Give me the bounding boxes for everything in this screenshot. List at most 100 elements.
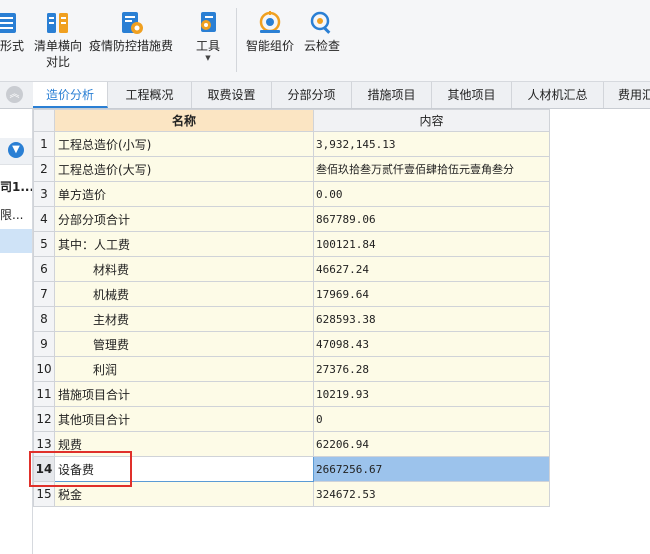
tab-fee-summary[interactable]: 费用汇 bbox=[604, 82, 650, 108]
table-row[interactable]: 2 工程总造价(大写) 叁佰玖拾叁万贰仟壹佰肆拾伍元壹角叁分 bbox=[33, 156, 550, 182]
epidemic-measures-icon bbox=[118, 10, 144, 36]
table-row[interactable]: 6 材料费 46627.24 bbox=[33, 256, 550, 282]
column-header-name[interactable]: 名称 bbox=[54, 109, 314, 132]
cell-content[interactable]: 0 bbox=[313, 406, 550, 432]
list-compare-label: 清单横向 bbox=[33, 39, 82, 53]
cell-content[interactable]: 867789.06 bbox=[313, 206, 550, 232]
epidemic-measures-label: 疫情防控措施费 bbox=[88, 39, 173, 53]
cell-name[interactable]: 机械费 bbox=[54, 281, 314, 307]
collapse-double-chevron-icon[interactable]: ︽ bbox=[6, 86, 23, 103]
row-number: 9 bbox=[33, 331, 55, 357]
cell-content[interactable]: 47098.43 bbox=[313, 331, 550, 357]
tab-label: 其他项目 bbox=[447, 88, 496, 102]
tools-label: 工具 bbox=[195, 39, 220, 53]
list-compare-icon bbox=[45, 10, 71, 36]
table-row[interactable]: 8 主材费 628593.38 bbox=[33, 306, 550, 332]
form-style-label: 形式 bbox=[0, 39, 25, 53]
tab-cost-analysis[interactable]: 造价分析 bbox=[33, 82, 108, 108]
list-compare-label-2: 对比 bbox=[45, 55, 70, 69]
cell-content[interactable]: 0.00 bbox=[313, 181, 550, 207]
cell-name[interactable]: 工程总造价(大写) bbox=[54, 156, 314, 182]
module-tab-bar: ︽ 造价分析 工程概况 取费设置 分部分项 措施项目 其他项目 人材机汇总 费用… bbox=[0, 82, 650, 109]
tree-item-selected[interactable] bbox=[0, 229, 32, 253]
table-row[interactable]: 12 其他项目合计 0 bbox=[33, 406, 550, 432]
tools-icon bbox=[195, 10, 221, 36]
tree-toolbar: ▼ bbox=[0, 138, 32, 165]
tab-measure-items[interactable]: 措施项目 bbox=[352, 82, 432, 108]
cell-content[interactable]: 324672.53 bbox=[313, 481, 550, 507]
tab-label: 造价分析 bbox=[45, 88, 94, 102]
table-row[interactable]: 10 利润 27376.28 bbox=[33, 356, 550, 382]
cell-name[interactable]: 其他项目合计 bbox=[54, 406, 314, 432]
project-tree-panel: ▼ 司1... 限... bbox=[0, 109, 33, 554]
cloud-check-button[interactable]: 云检查 bbox=[302, 10, 342, 54]
tab-label: 分部分项 bbox=[287, 88, 336, 102]
tab-fee-settings[interactable]: 取费设置 bbox=[192, 82, 272, 108]
row-number: 12 bbox=[33, 406, 55, 432]
row-number: 10 bbox=[33, 356, 55, 382]
row-number: 1 bbox=[33, 131, 55, 157]
table-row[interactable]: 9 管理费 47098.43 bbox=[33, 331, 550, 357]
smart-pricing-button[interactable]: 智能组价 bbox=[244, 10, 296, 54]
tree-item[interactable]: 司1... bbox=[0, 175, 32, 199]
annotation-highlight-box bbox=[29, 451, 132, 487]
cell-name[interactable]: 单方造价 bbox=[54, 181, 314, 207]
cell-content[interactable]: 2667256.67 bbox=[313, 456, 550, 482]
cell-name[interactable]: 利润 bbox=[54, 356, 314, 382]
tab-sub-items[interactable]: 分部分项 bbox=[272, 82, 352, 108]
cell-content[interactable]: 628593.38 bbox=[313, 306, 550, 332]
toolbar-separator bbox=[236, 8, 237, 72]
epidemic-measures-button[interactable]: 疫情防控措施费 bbox=[88, 10, 174, 54]
cell-content[interactable]: 17969.64 bbox=[313, 281, 550, 307]
column-header-content[interactable]: 内容 bbox=[313, 109, 550, 132]
row-number: 2 bbox=[33, 156, 55, 182]
tab-label: 工程概况 bbox=[125, 88, 174, 102]
tab-label: 取费设置 bbox=[207, 88, 256, 102]
expand-down-arrow-icon[interactable]: ▼ bbox=[8, 142, 24, 158]
tab-labor-material-machine-summary[interactable]: 人材机汇总 bbox=[512, 82, 604, 108]
tools-dropdown-caret-icon[interactable]: ▼ bbox=[190, 54, 226, 62]
cell-name[interactable]: 其中：人工费 bbox=[54, 231, 314, 257]
cell-content[interactable]: 3,932,145.13 bbox=[313, 131, 550, 157]
ribbon-toolbar: 形式 清单横向 对比 疫情防控措施费 工具 ▼ 智能组价 云检查 bbox=[0, 0, 650, 82]
cell-content[interactable]: 100121.84 bbox=[313, 231, 550, 257]
row-number: 7 bbox=[33, 281, 55, 307]
smart-pricing-label: 智能组价 bbox=[245, 39, 294, 53]
cloud-check-label: 云检查 bbox=[303, 39, 340, 53]
tab-other-items[interactable]: 其他项目 bbox=[432, 82, 512, 108]
tab-label: 费用汇 bbox=[618, 88, 650, 102]
form-style-button[interactable]: 形式 bbox=[0, 10, 24, 54]
row-number-header bbox=[33, 109, 55, 132]
row-number: 5 bbox=[33, 231, 55, 257]
menu-bar bbox=[0, 0, 650, 5]
cloud-check-icon bbox=[309, 10, 335, 36]
cell-name[interactable]: 工程总造价(小写) bbox=[54, 131, 314, 157]
tab-label: 措施项目 bbox=[367, 88, 416, 102]
table-row[interactable]: 5 其中：人工费 100121.84 bbox=[33, 231, 550, 257]
cost-analysis-table: 名称 内容 1 工程总造价(小写) 3,932,145.13 2 工程总造价(大写) 叁佰… bbox=[33, 109, 550, 507]
tab-project-overview[interactable]: 工程概况 bbox=[108, 82, 192, 108]
table-row[interactable]: 7 机械费 17969.64 bbox=[33, 281, 550, 307]
tools-button[interactable]: 工具 ▼ bbox=[190, 10, 226, 62]
cell-name[interactable]: 主材费 bbox=[54, 306, 314, 332]
cell-name[interactable]: 材料费 bbox=[54, 256, 314, 282]
row-number: 8 bbox=[33, 306, 55, 332]
cell-content[interactable]: 27376.28 bbox=[313, 356, 550, 382]
row-number: 4 bbox=[33, 206, 55, 232]
cell-name[interactable]: 措施项目合计 bbox=[54, 381, 314, 407]
cell-content[interactable]: 10219.93 bbox=[313, 381, 550, 407]
table-row[interactable]: 3 单方造价 0.00 bbox=[33, 181, 550, 207]
form-style-icon bbox=[0, 10, 26, 36]
table-row[interactable]: 1 工程总造价(小写) 3,932,145.13 bbox=[33, 131, 550, 157]
table-row[interactable]: 11 措施项目合计 10219.93 bbox=[33, 381, 550, 407]
cell-content[interactable]: 46627.24 bbox=[313, 256, 550, 282]
row-number: 11 bbox=[33, 381, 55, 407]
list-compare-button[interactable]: 清单横向 对比 bbox=[32, 10, 84, 70]
cell-name[interactable]: 分部分项合计 bbox=[54, 206, 314, 232]
tab-label: 人材机汇总 bbox=[527, 88, 588, 102]
cell-content[interactable]: 叁佰玖拾叁万贰仟壹佰肆拾伍元壹角叁分 bbox=[313, 156, 550, 182]
cell-name[interactable]: 管理费 bbox=[54, 331, 314, 357]
cell-content[interactable]: 62206.94 bbox=[313, 431, 550, 457]
table-row[interactable]: 4 分部分项合计 867789.06 bbox=[33, 206, 550, 232]
tree-item[interactable]: 限... bbox=[0, 203, 32, 227]
